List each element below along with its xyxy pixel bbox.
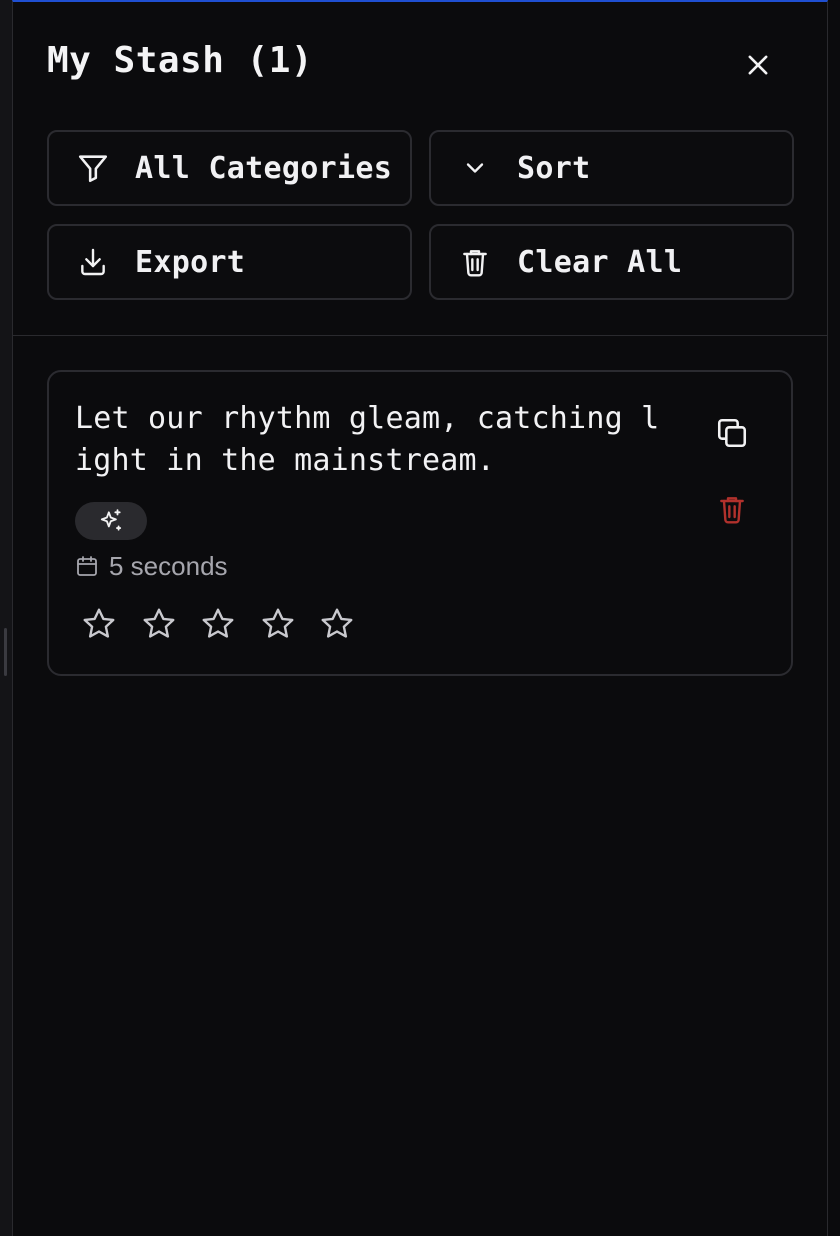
resize-handle[interactable]	[4, 628, 7, 676]
stash-item-text: Let our rhythm gleam, catching light in …	[75, 401, 660, 478]
star-icon[interactable]	[198, 604, 238, 644]
close-icon	[748, 55, 768, 75]
category-filter-button[interactable]: All Categories	[47, 130, 412, 206]
trash-icon	[720, 497, 744, 524]
sort-label: Sort	[517, 150, 591, 186]
star-icon[interactable]	[139, 604, 179, 644]
download-icon	[75, 244, 111, 280]
filter-icon	[75, 150, 111, 186]
stash-header: My Stash (1) All Categories Sort Export …	[13, 2, 827, 336]
sparkles-icon	[100, 509, 122, 531]
stash-item-card: Let our rhythm gleam, catching light in …	[47, 370, 793, 676]
backdrop	[0, 0, 12, 1236]
star-icon[interactable]	[258, 604, 298, 644]
export-label: Export	[135, 244, 246, 280]
copy-icon	[717, 418, 747, 448]
stash-title: My Stash (1)	[47, 40, 314, 81]
delete-item-button[interactable]	[713, 490, 751, 528]
close-button[interactable]	[739, 46, 777, 84]
category-filter-label: All Categories	[135, 150, 393, 186]
trash-icon	[457, 244, 493, 280]
clear-all-label: Clear All	[517, 244, 683, 280]
timestamp: 5 seconds	[75, 550, 228, 582]
sort-button[interactable]: Sort	[429, 130, 794, 206]
timestamp-text: 5 seconds	[109, 550, 228, 581]
chevron-down-icon	[457, 150, 493, 186]
rating	[79, 604, 377, 644]
stash-panel: My Stash (1) All Categories Sort Export …	[12, 0, 828, 1236]
clear-all-button[interactable]: Clear All	[429, 224, 794, 300]
category-tag	[75, 502, 147, 540]
calendar-icon	[75, 553, 101, 579]
star-icon[interactable]	[79, 604, 119, 644]
copy-button[interactable]	[713, 414, 751, 452]
star-icon[interactable]	[317, 604, 357, 644]
export-button[interactable]: Export	[47, 224, 412, 300]
